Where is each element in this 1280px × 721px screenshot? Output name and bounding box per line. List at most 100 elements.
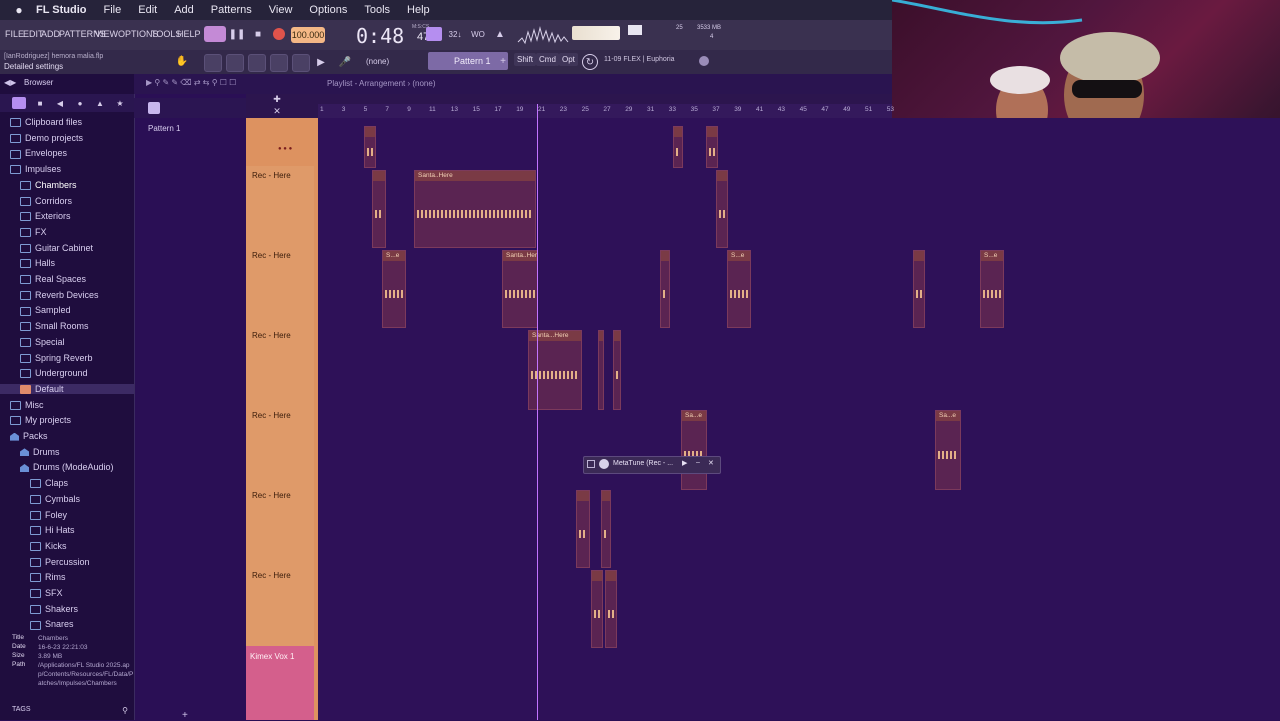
cmd-key[interactable]: Cmd [536, 53, 559, 66]
browser-item[interactable]: My projects [0, 415, 71, 426]
plugin-power-icon[interactable] [599, 459, 609, 469]
piano-keys-icon[interactable] [148, 102, 160, 114]
browser-item[interactable]: Packs [0, 431, 48, 441]
add-icon[interactable]: + [182, 710, 188, 721]
browser-item[interactable]: Sampled [0, 305, 71, 316]
browser-item[interactable]: Corridors [0, 196, 72, 206]
menu-view[interactable]: View [269, 4, 293, 16]
fl-menu-add[interactable]: ADD [41, 29, 60, 39]
audio-clip[interactable] [591, 570, 603, 648]
browser-item[interactable]: Impulses [0, 164, 61, 175]
audio-clip[interactable] [372, 170, 386, 248]
menu-app-name[interactable]: FL Studio [36, 4, 87, 16]
browser-arrows-icon[interactable]: ◀▶ [4, 78, 16, 87]
menu-edit[interactable]: Edit [138, 4, 157, 16]
piano-roll-icon[interactable] [248, 54, 266, 72]
fl-menu-file[interactable]: FILE [5, 29, 24, 39]
browser-tab-icon-6[interactable]: ★ [114, 97, 126, 109]
browser-item[interactable]: Foley [0, 510, 67, 520]
browser-item[interactable]: Halls [0, 258, 55, 269]
browser-item[interactable]: Envelopes [0, 148, 67, 159]
browser-item[interactable]: Small Rooms [0, 321, 89, 332]
plugin-toggle-icon[interactable] [587, 460, 595, 468]
search-icon[interactable]: ⚲ [120, 705, 130, 715]
minimize-icon[interactable]: – [696, 459, 700, 466]
audio-clip[interactable] [716, 170, 728, 248]
shift-key[interactable]: Shift [514, 53, 537, 66]
tempo-display[interactable]: 100.000 [291, 27, 325, 43]
browser-all-tab-icon[interactable] [12, 97, 26, 109]
snap-cross-icon[interactable]: ✚ [270, 94, 284, 104]
browser-item[interactable]: Guitar Cabinet [0, 243, 93, 253]
snap-hand-icon[interactable]: ✋ [176, 55, 188, 67]
audio-clip[interactable] [598, 330, 604, 410]
audio-clip[interactable]: S...e [980, 250, 1004, 328]
browser-item[interactable]: SFX [0, 588, 63, 599]
mixer-icon[interactable] [270, 54, 288, 72]
close-icon[interactable]: ✕ [708, 459, 714, 467]
audio-clip[interactable] [576, 490, 590, 568]
browser-tab-icon-4[interactable]: ● [74, 97, 86, 109]
audio-clip[interactable] [673, 126, 683, 168]
pattern-selector[interactable]: Pattern 1 [428, 52, 508, 70]
browser-tab-icon-5[interactable]: ▲ [94, 97, 106, 109]
microphone-icon[interactable]: 🎤 [338, 55, 352, 69]
browser-item[interactable]: Clipboard files [0, 117, 82, 128]
browser-item[interactable]: Drums [0, 447, 60, 457]
plugin-arrow-icon[interactable]: ▶ [682, 459, 687, 467]
audio-clip[interactable] [605, 570, 617, 648]
wait-icon[interactable]: WO [469, 27, 487, 41]
menu-file[interactable]: File [104, 4, 122, 16]
channel-rack-icon[interactable] [226, 54, 244, 72]
browser-item[interactable]: Claps [0, 478, 68, 489]
menu-options[interactable]: Options [309, 4, 347, 16]
typing-keyboard-icon[interactable] [426, 27, 442, 41]
audio-clip[interactable] [613, 330, 621, 410]
browser-item[interactable]: Demo projects [0, 133, 83, 143]
apple-icon[interactable]: ● [12, 3, 26, 17]
menu-tools[interactable]: Tools [364, 4, 390, 16]
playlist-icon[interactable] [204, 54, 222, 72]
audio-clip[interactable]: S...e [727, 250, 751, 328]
browser-item[interactable]: Snares [0, 619, 74, 630]
plugin-icon[interactable] [292, 54, 310, 72]
menu-add[interactable]: Add [174, 4, 194, 16]
menu-patterns[interactable]: Patterns [211, 4, 252, 16]
browser-item[interactable]: Hi Hats [0, 525, 75, 536]
audio-clip[interactable] [660, 250, 670, 328]
arrangement-none-selector[interactable]: (none) [366, 53, 410, 69]
browser-item[interactable]: Chambers [0, 180, 77, 190]
master-volume-slider[interactable] [572, 26, 620, 40]
browser-item[interactable]: Special [0, 337, 65, 347]
browser-item[interactable]: Spring Reverb [0, 353, 93, 363]
track-controls-top[interactable]: ● ● ● [278, 146, 308, 154]
record-icon[interactable] [273, 28, 285, 40]
browser-item[interactable]: Misc [0, 400, 44, 410]
play-triangle-icon[interactable]: ▶ [314, 55, 328, 69]
undo-history-icon[interactable]: ↻ [582, 54, 598, 70]
online-icon[interactable] [699, 56, 709, 66]
audio-clip[interactable] [913, 250, 925, 328]
playhead[interactable] [537, 104, 538, 720]
song-mode-toggle[interactable] [204, 26, 226, 42]
browser-item[interactable]: Drums (ModeAudio) [0, 462, 114, 472]
audio-clip[interactable]: Santa..Here [414, 170, 536, 248]
browser-item[interactable]: Reverb Devices [0, 290, 99, 300]
audio-clip[interactable] [364, 126, 376, 168]
opt-key[interactable]: Opt [559, 53, 578, 66]
browser-item[interactable]: Cymbals [0, 494, 80, 504]
audio-clip[interactable] [706, 126, 718, 168]
step-edit-icon[interactable]: 32↓ [447, 27, 463, 41]
stop-icon[interactable]: ■ [251, 27, 265, 41]
metatune-plugin-tab[interactable]: MetaTune (Rec - ... ▶ – ✕ [583, 456, 721, 474]
browser-item[interactable]: Kicks [0, 541, 67, 552]
audio-clip[interactable]: Santa..Here [502, 250, 538, 328]
browser-item[interactable]: Real Spaces [0, 274, 86, 285]
browser-item[interactable]: Exteriors [0, 211, 71, 222]
audio-clip[interactable]: Sa...e [681, 410, 707, 490]
menu-help[interactable]: Help [407, 4, 430, 16]
browser-item[interactable]: FX [0, 227, 47, 238]
audio-clip[interactable] [601, 490, 611, 568]
audio-clip[interactable]: Sa...e [935, 410, 961, 490]
browser-item[interactable]: Underground [0, 368, 88, 379]
